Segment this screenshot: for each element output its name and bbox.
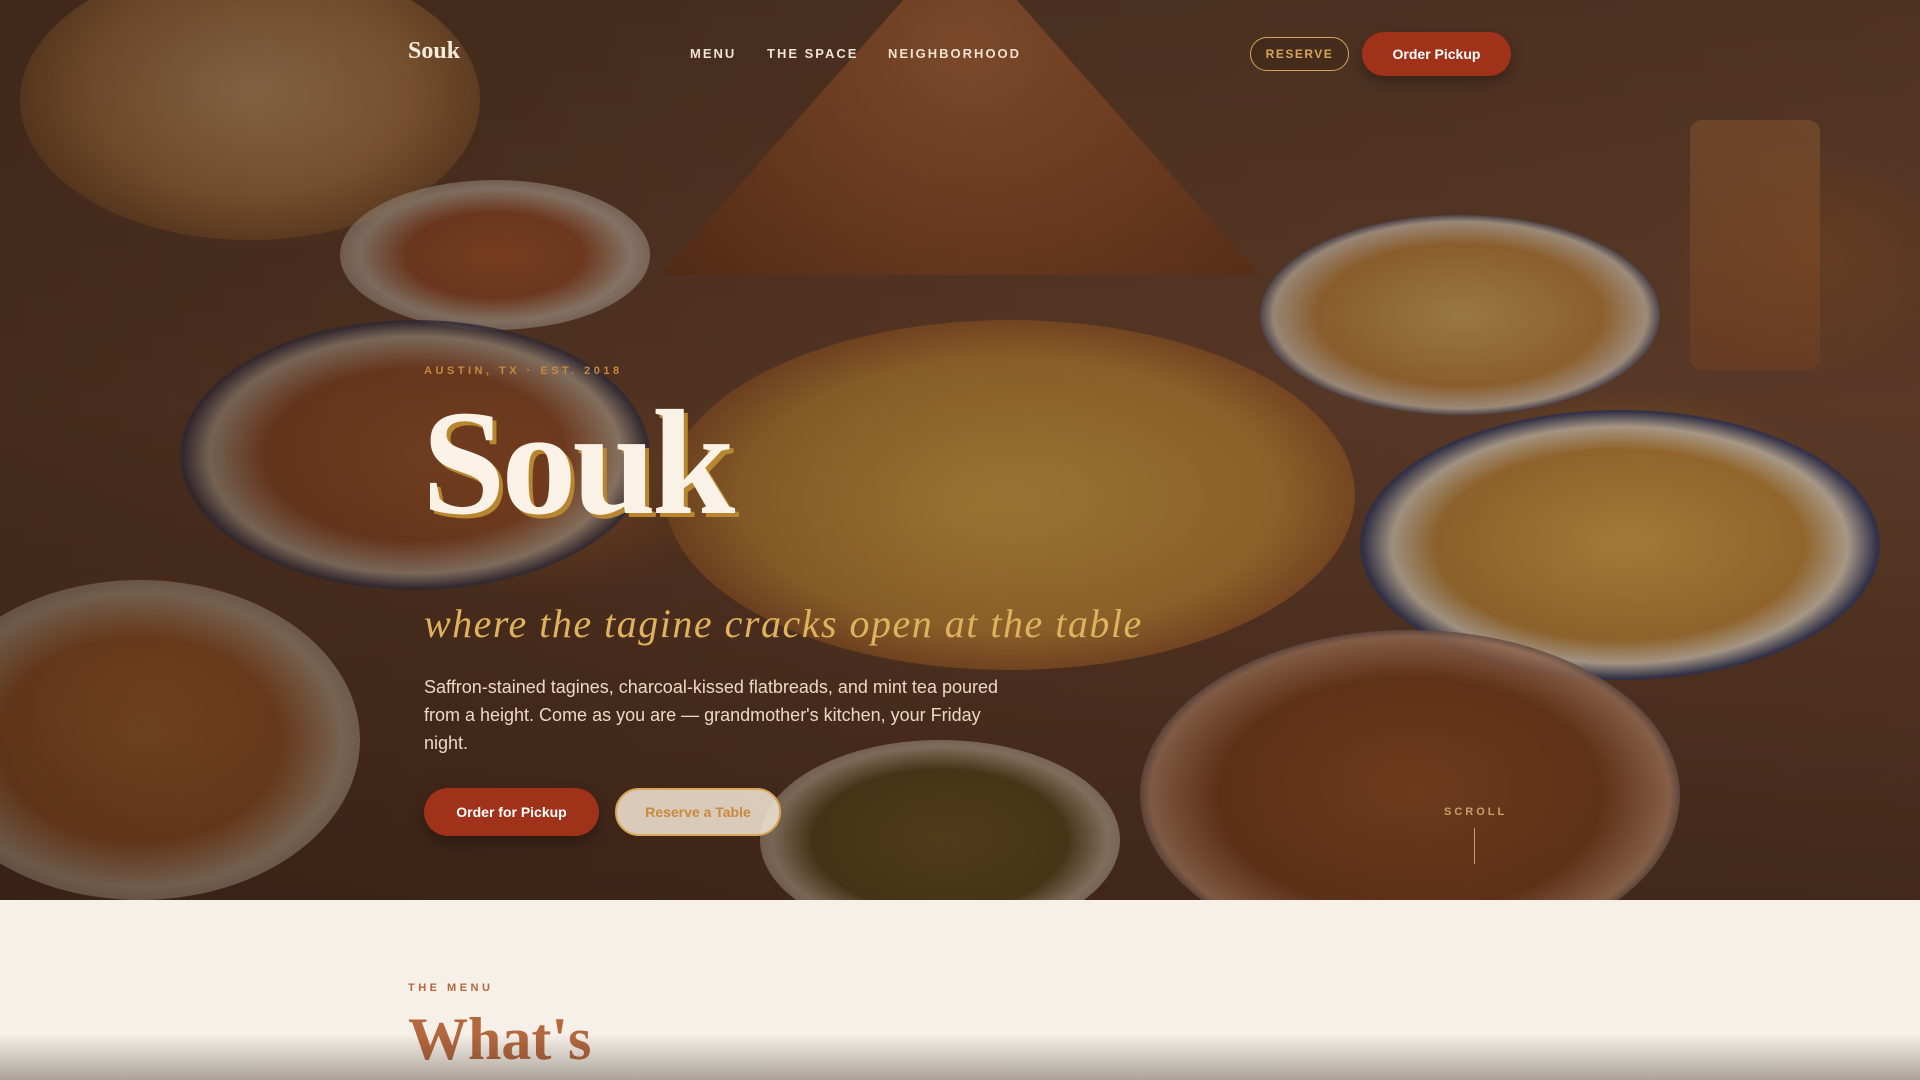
nav-link-neighborhood[interactable]: NEIGHBORHOOD [888,46,1021,61]
reserve-button[interactable]: RESERVE [1250,37,1349,71]
hero-tagline: where the tagine cracks open at the tabl… [424,601,1143,646]
top-nav: Souk MENU THE SPACE NEIGHBORHOOD RESERVE… [0,0,1920,108]
logo[interactable]: Souk [408,38,460,65]
hero-section: Souk MENU THE SPACE NEIGHBORHOOD RESERVE… [0,0,1920,900]
order-for-pickup-button[interactable]: Order for Pickup [424,788,599,836]
bottom-fade [0,1034,1920,1080]
menu-section: THE MENU What's [0,900,1920,1080]
nav-link-the-space[interactable]: THE SPACE [767,46,858,61]
nav-link-menu[interactable]: MENU [690,46,736,61]
hero-description: Saffron-stained tagines, charcoal-kissed… [424,677,999,753]
order-pickup-button[interactable]: Order Pickup [1362,32,1511,76]
menu-eyebrow: THE MENU [408,982,494,994]
scroll-indicator-line [1474,828,1475,864]
scroll-indicator-label[interactable]: SCROLL [1444,806,1507,818]
reserve-table-button[interactable]: Reserve a Table [615,788,781,836]
hero-overlay [0,0,1920,900]
hero-title: Souk [422,380,735,546]
hero-eyebrow: AUSTIN, TX · EST. 2018 [424,365,623,377]
